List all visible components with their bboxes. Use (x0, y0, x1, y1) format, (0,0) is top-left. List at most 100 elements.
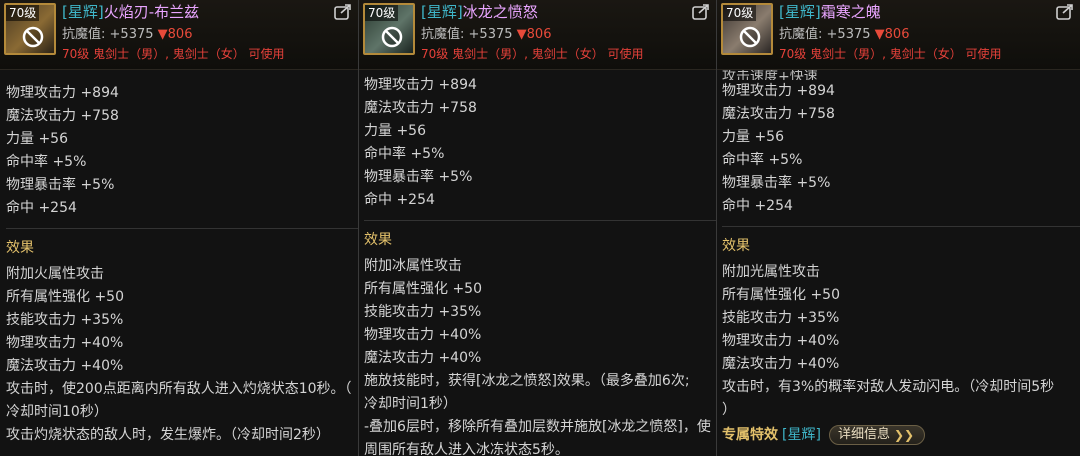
share-icon[interactable] (692, 4, 710, 20)
class-requirement: 70级 鬼剑士（男）, 鬼剑士（女） 可使用 (421, 47, 644, 61)
stat-line: 物理暴击率 +5% (6, 177, 115, 193)
effect-line: 攻击时，有3%的概率对敌人发动闪电。（冷却时间5秒 (722, 379, 1055, 395)
effect-line: -叠加6层时，移除所有叠加层数并施放[冰龙之愤怒]，使 (364, 419, 711, 435)
level-badge: 70级 (6, 5, 40, 21)
effect-line: 附加光属性攻击 (722, 264, 820, 280)
rarity-tag: [星辉] (62, 3, 104, 21)
no-use-icon (22, 26, 44, 48)
magic-resist: 抗魔值: +5375 ▼806 (62, 27, 192, 43)
exclusive-label: 专属特效 (722, 427, 778, 443)
effect-line: 所有属性强化 +50 (722, 287, 840, 303)
divider (722, 226, 1080, 227)
no-use-icon (381, 26, 403, 48)
level-badge: 70级 (365, 5, 399, 21)
detail-info-button[interactable]: 详细信息 ❯❯ (828, 425, 926, 445)
effect-line: 魔法攻击力 +40% (6, 358, 124, 374)
res-diff: ▼806 (157, 27, 193, 42)
level-badge: 70级 (723, 5, 757, 21)
effect-line: 冷却时间10秒） (6, 404, 108, 420)
effects-heading: 效果 (364, 232, 392, 248)
effect-line: 物理攻击力 +40% (364, 327, 482, 343)
stat-line: 物理攻击力 +894 (6, 85, 119, 101)
item-tooltip-1: 70级 [星辉]火焰刃-布兰兹 抗魔值: +5375 ▼806 70级 鬼剑士（… (0, 0, 358, 456)
stat-line: 魔法攻击力 +758 (6, 108, 119, 124)
share-icon[interactable] (1056, 4, 1074, 20)
effect-line: 技能攻击力 +35% (364, 304, 482, 320)
stat-line: 物理暴击率 +5% (722, 175, 831, 191)
item-header: 70级 [星辉]冰龙之愤怒 抗魔值: +5375 ▼806 70级 鬼剑士（男）… (359, 0, 716, 70)
effect-line: 施放技能时，获得[冰龙之愤怒]效果。（最多叠加6次; (364, 373, 690, 389)
item-header: 70级 [星辉]霜寒之魄 抗魔值: +5375 ▼806 70级 鬼剑士（男）,… (717, 0, 1080, 70)
item-body: 物理攻击力 +894 魔法攻击力 +758 力量 +56 命中率 +5% 物理暴… (359, 70, 716, 456)
effect-line: 附加冰属性攻击 (364, 258, 462, 274)
res-diff: ▼806 (516, 27, 552, 42)
res-value: +5375 (109, 27, 154, 42)
item-tooltip-2: 70级 [星辉]冰龙之愤怒 抗魔值: +5375 ▼806 70级 鬼剑士（男）… (358, 0, 716, 456)
no-use-icon (739, 26, 761, 48)
res-label: 抗魔值: (62, 27, 106, 42)
res-diff: ▼806 (874, 27, 910, 42)
effect-line: 技能攻击力 +35% (722, 310, 840, 326)
stat-line: 命中 +254 (6, 200, 77, 216)
item-icon[interactable]: 70级 (4, 3, 56, 55)
stat-line: 命中率 +5% (364, 146, 445, 162)
magic-resist: 抗魔值: +5375 ▼806 (421, 27, 551, 43)
effect-line: 攻击时，使200点距离内所有敌人进入灼烧状态10秒。（ (6, 381, 352, 397)
item-title: [星辉]火焰刃-布兰兹 (62, 3, 199, 21)
effect-line: 魔法攻击力 +40% (364, 350, 482, 366)
effect-line: 周围所有敌人进入冰冻状态5秒。 (364, 442, 569, 456)
effect-line: 技能攻击力 +35% (6, 312, 124, 328)
item-title: [星辉]冰龙之愤怒 (421, 3, 538, 21)
effects-heading: 效果 (6, 240, 34, 256)
effect-line: ） (722, 402, 736, 418)
res-label: 抗魔值: (779, 27, 823, 42)
exclusive-tag: [星辉] (782, 427, 821, 443)
stat-line: 命中 +254 (722, 198, 793, 214)
effect-line: 物理攻击力 +40% (722, 333, 840, 349)
item-header: 70级 [星辉]火焰刃-布兰兹 抗魔值: +5375 ▼806 70级 鬼剑士（… (0, 0, 358, 70)
effect-line: 所有属性强化 +50 (6, 289, 124, 305)
class-requirement: 70级 鬼剑士（男）, 鬼剑士（女） 可使用 (779, 47, 1002, 61)
effect-line: 所有属性强化 +50 (364, 281, 482, 297)
detail-label: 详细信息 (837, 427, 890, 442)
effect-line: 魔法攻击力 +40% (722, 356, 840, 372)
divider (364, 220, 716, 221)
res-label: 抗魔值: (421, 27, 465, 42)
stat-line: 命中 +254 (364, 192, 435, 208)
magic-resist: 抗魔值: +5375 ▼806 (779, 27, 909, 43)
tooltip-comparison: 70级 [星辉]火焰刃-布兰兹 抗魔值: +5375 ▼806 70级 鬼剑士（… (0, 0, 1080, 456)
item-title: [星辉]霜寒之魄 (779, 3, 881, 21)
item-icon[interactable]: 70级 (721, 3, 773, 55)
stat-line: 力量 +56 (364, 123, 426, 139)
effect-line: 附加火属性攻击 (6, 266, 104, 282)
stat-line: 魔法攻击力 +758 (364, 100, 477, 116)
res-value: +5375 (468, 27, 513, 42)
share-icon[interactable] (334, 4, 352, 20)
stat-line: 物理暴击率 +5% (364, 169, 473, 185)
exclusive-effect-row: 专属特效 [星辉] 详细信息 ❯❯ (722, 424, 1080, 446)
stat-line: 命中率 +5% (722, 152, 803, 168)
stat-line: 物理攻击力 +894 (722, 83, 835, 99)
rarity-tag: [星辉] (779, 3, 821, 21)
item-body: 攻击速度+快速 物理攻击力 +894 魔法攻击力 +758 力量 +56 命中率… (717, 70, 1080, 456)
effect-line: 攻击灼烧状态的敌人时，发生爆炸。（冷却时间2秒） (6, 427, 330, 443)
clipped-stat-line: 攻击速度+快速 (722, 70, 818, 80)
item-name: 火焰刃-布兰兹 (103, 3, 200, 21)
item-body: 物理攻击力 +894 魔法攻击力 +758 力量 +56 命中率 +5% 物理暴… (0, 70, 358, 456)
stat-line: 魔法攻击力 +758 (722, 106, 835, 122)
item-tooltip-3: 70级 [星辉]霜寒之魄 抗魔值: +5375 ▼806 70级 鬼剑士（男）,… (716, 0, 1080, 456)
rarity-tag: [星辉] (421, 3, 463, 21)
class-requirement: 70级 鬼剑士（男）, 鬼剑士（女） 可使用 (62, 47, 285, 61)
item-name: 霜寒之魄 (820, 3, 881, 21)
double-chevron-right-icon: ❯❯ (893, 428, 915, 442)
stat-line: 力量 +56 (722, 129, 784, 145)
divider (6, 228, 358, 229)
item-icon[interactable]: 70级 (363, 3, 415, 55)
effects-heading: 效果 (722, 238, 750, 254)
stat-line: 命中率 +5% (6, 154, 87, 170)
stat-line: 物理攻击力 +894 (364, 77, 477, 93)
item-name: 冰龙之愤怒 (462, 3, 538, 21)
effect-line: 冷却时间1秒） (364, 396, 457, 412)
effect-line: 物理攻击力 +40% (6, 335, 124, 351)
stat-line: 力量 +56 (6, 131, 68, 147)
